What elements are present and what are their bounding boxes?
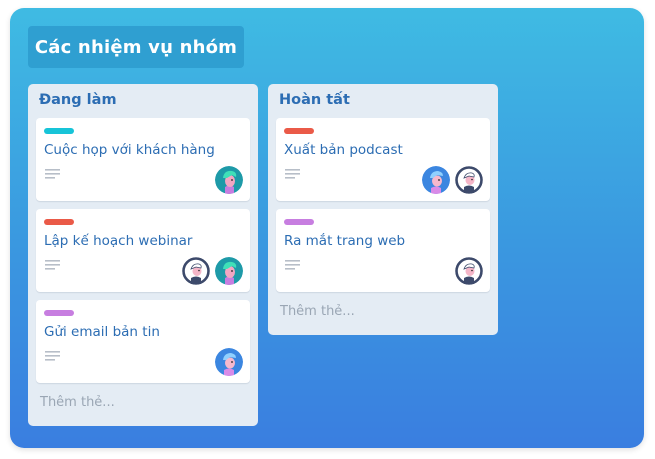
card[interactable]: Lập kế hoạch webinar [36, 209, 250, 292]
dark-outline-avatar[interactable] [455, 257, 483, 285]
blue-avatar[interactable] [215, 348, 243, 376]
card[interactable]: Xuất bản podcast [276, 118, 490, 201]
list-done: Hoàn tất Xuất bản podcast Ra mắt trang w… [268, 84, 498, 335]
card-members [182, 257, 243, 285]
card[interactable]: Gửi email bản tin [36, 300, 250, 383]
add-card-button[interactable]: Thêm thẻ... [40, 395, 115, 410]
dark-outline-avatar[interactable] [455, 166, 483, 194]
card-title: Ra mắt trang web [284, 233, 406, 249]
list-in-progress: Đang làm Cuộc họp với khách hàng Lập kế … [28, 84, 258, 426]
card-label [284, 219, 314, 225]
description-icon [45, 351, 60, 361]
card[interactable]: Ra mắt trang web [276, 209, 490, 292]
card-title: Xuất bản podcast [284, 142, 403, 158]
board-title[interactable]: Các nhiệm vụ nhóm [28, 26, 244, 68]
description-icon [285, 169, 300, 179]
card-members [455, 257, 483, 285]
card-members [215, 166, 243, 194]
card-label [44, 128, 74, 134]
card-label [284, 128, 314, 134]
teal-hair-avatar[interactable] [215, 257, 243, 285]
card-members [422, 166, 483, 194]
list-title[interactable]: Đang làm [39, 92, 117, 108]
card-members [215, 348, 243, 376]
card-title: Cuộc họp với khách hàng [44, 142, 215, 158]
add-card-button[interactable]: Thêm thẻ... [280, 304, 355, 319]
card-label [44, 219, 74, 225]
description-icon [285, 260, 300, 270]
list-title[interactable]: Hoàn tất [279, 92, 350, 108]
card-title: Gửi email bản tin [44, 324, 160, 340]
card-label [44, 310, 74, 316]
dark-outline-avatar[interactable] [182, 257, 210, 285]
card-title: Lập kế hoạch webinar [44, 233, 193, 249]
blue-avatar[interactable] [422, 166, 450, 194]
description-icon [45, 260, 60, 270]
teal-hair-avatar[interactable] [215, 166, 243, 194]
description-icon [45, 169, 60, 179]
board: Các nhiệm vụ nhóm Đang làm Cuộc họp với … [10, 8, 644, 448]
card[interactable]: Cuộc họp với khách hàng [36, 118, 250, 201]
